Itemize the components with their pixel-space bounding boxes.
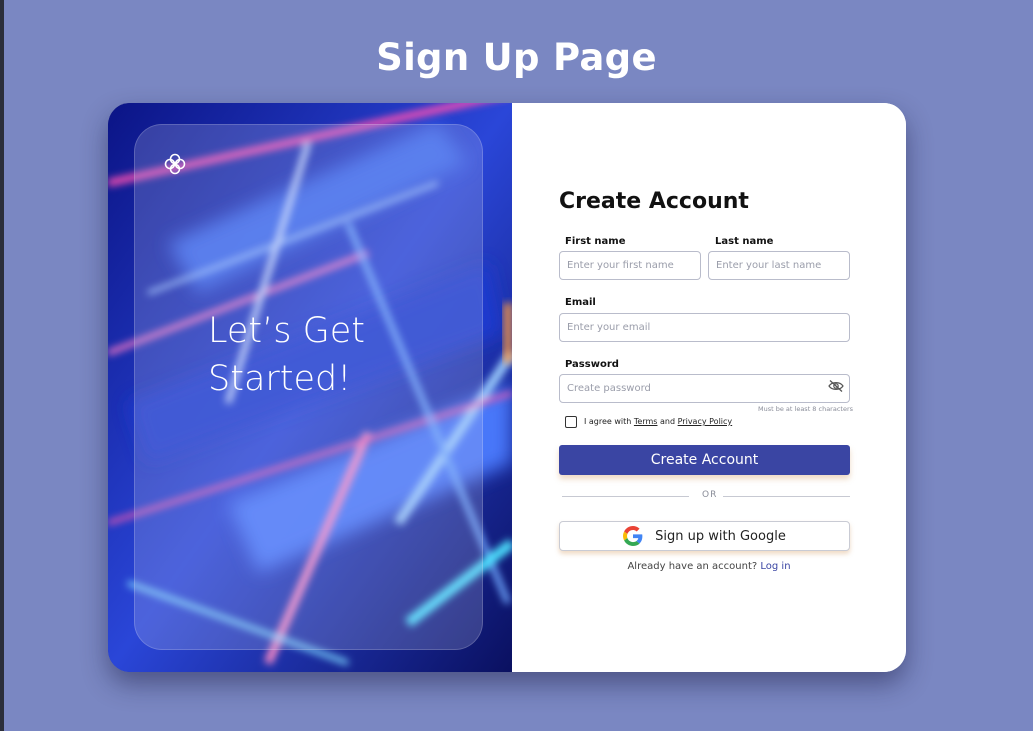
signup-form: Create Account First name Last name Emai… [512,103,906,672]
google-signup-button[interactable]: Sign up with Google [559,521,850,551]
password-hint: Must be at least 8 characters [758,405,854,413]
divider-left [562,496,689,497]
form-title: Create Account [559,189,749,214]
window-edge [0,0,4,731]
login-prompt-text: Already have an account? [627,561,758,572]
google-signup-label: Sign up with Google [655,528,786,544]
google-icon [623,526,643,546]
last-name-label: Last name [715,236,774,247]
page-title: Sign Up Page [376,36,657,79]
privacy-policy-link[interactable]: Privacy Policy [678,417,733,426]
agree-and: and [660,417,676,426]
password-label: Password [565,359,619,370]
signup-card: Let’s Get Started! Create Account First … [108,103,906,672]
tagline-line-2: Started! [208,359,352,399]
flower-logo-icon [164,153,186,175]
glass-overlay: Let’s Get Started! [134,124,483,650]
eye-off-icon[interactable] [828,379,844,393]
password-input[interactable] [559,374,850,403]
login-link[interactable]: Log in [760,561,790,572]
email-input[interactable] [559,313,850,342]
terms-agreement: I agree with Terms and Privacy Policy [584,417,732,426]
terms-checkbox[interactable] [565,416,577,428]
hero-tagline: Let’s Get Started! [208,307,458,403]
last-name-input[interactable] [708,251,850,280]
email-label: Email [565,297,596,308]
terms-link[interactable]: Terms [634,417,658,426]
agree-prefix: I agree with [584,417,632,426]
divider-or-text: OR [702,490,718,500]
create-account-button[interactable]: Create Account [559,445,850,475]
tagline-line-1: Let’s Get [208,311,366,351]
first-name-input[interactable] [559,251,701,280]
login-prompt-row: Already have an account? Log in [512,561,906,572]
divider-right [723,496,850,497]
first-name-label: First name [565,236,626,247]
hero-panel: Let’s Get Started! [108,103,512,672]
